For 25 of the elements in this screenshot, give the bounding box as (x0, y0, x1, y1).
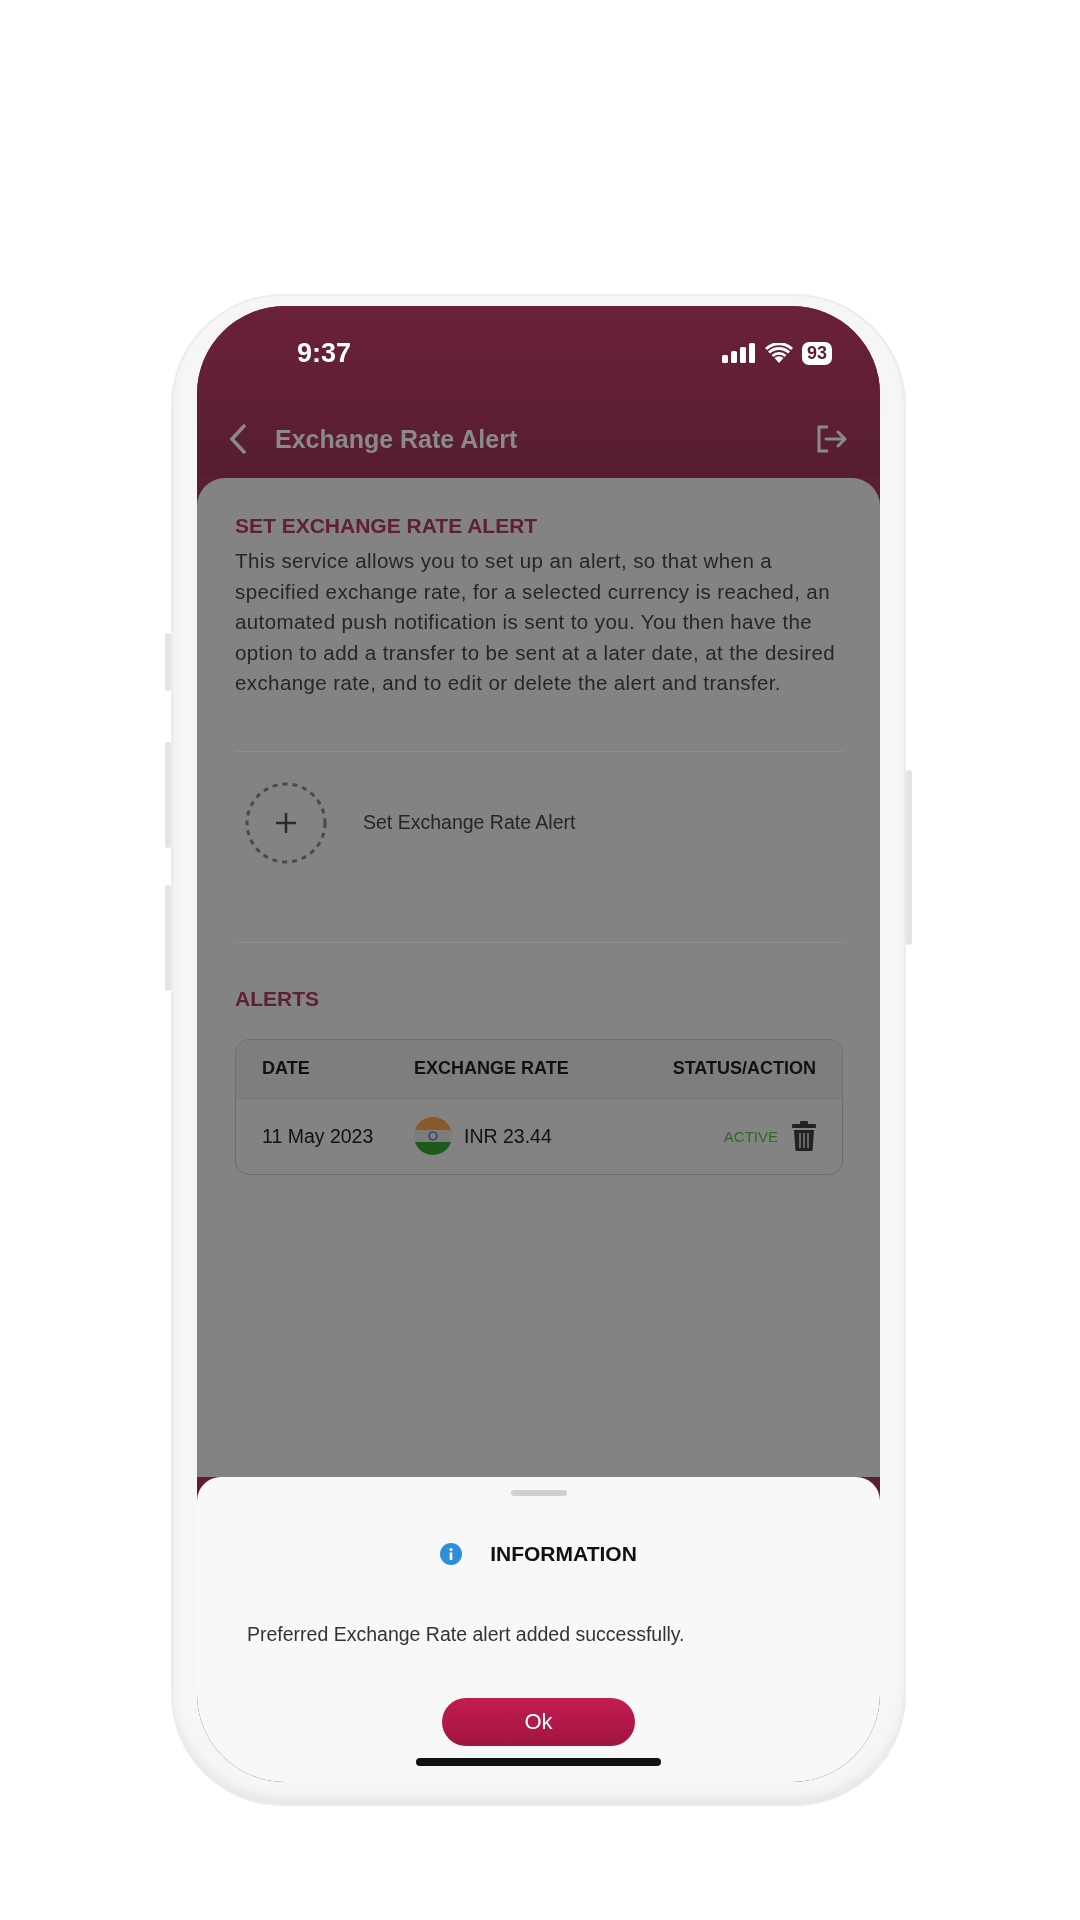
column-header: DATE (262, 1058, 311, 1079)
trash-icon[interactable] (792, 1121, 816, 1151)
add-icon[interactable] (245, 781, 327, 864)
add-alert-link[interactable]: Set Exchange Rate Alert (363, 811, 576, 834)
battery-level: 93 (801, 341, 832, 365)
dialog-message: Preferred Exchange Rate alert added successfully. (247, 1623, 685, 1646)
info-icon (440, 1543, 463, 1565)
section-heading: ALERTS (235, 986, 320, 1011)
dialog-title: INFORMATION (490, 1542, 637, 1566)
status-label: ACTIVE (723, 1127, 778, 1145)
section-heading: SET EXCHANGE RATE ALERT (235, 514, 539, 538)
back-icon[interactable] (229, 424, 247, 454)
column-header: STATUS/ACTION (671, 1058, 816, 1079)
signal-icon (721, 343, 756, 363)
ok-button[interactable]: Ok (442, 1698, 635, 1746)
screen-title: Exchange Rate Alert (275, 424, 519, 454)
wifi-icon (764, 343, 793, 363)
status-time: 9:37 (297, 337, 352, 369)
logout-icon[interactable] (816, 425, 848, 453)
column-header: EXCHANGE RATE (414, 1058, 570, 1079)
flag-icon (414, 1117, 452, 1155)
drag-handle[interactable] (510, 1490, 567, 1496)
description-text: This service allows you to set up an alert, so that when a specified exchange rate, for a selected currency is reached, an automated push notification is sent to you. You then have the option to add a transfer to be sent at a later date, at the desired exchange rate, and to edit or delete the alert and transfer. (235, 548, 837, 696)
rate-cell: INR 23.44 (464, 1124, 552, 1148)
date-cell-text: 11 May 2023 (262, 1124, 375, 1148)
